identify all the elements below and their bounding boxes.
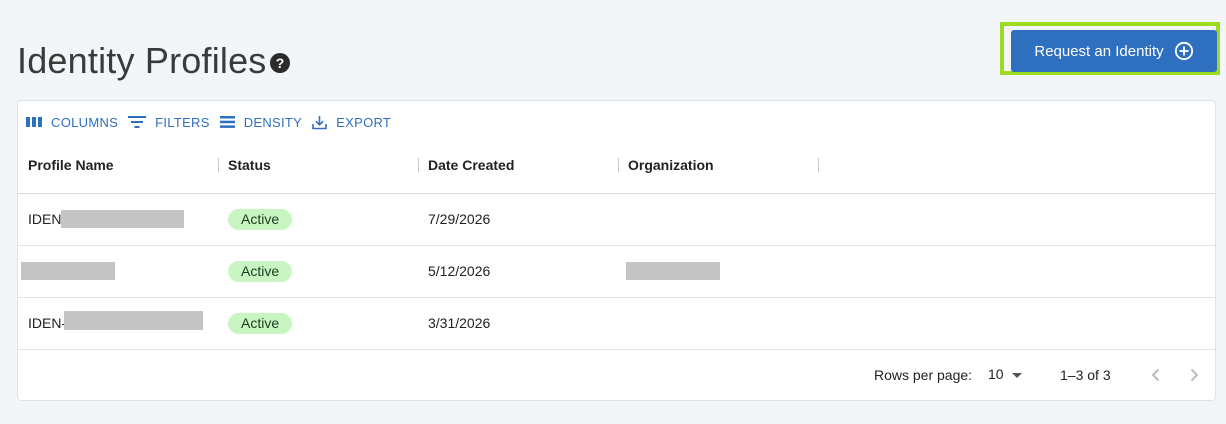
grid-toolbar: COLUMNS FILTERS DENSITY EXPORT [26, 113, 401, 131]
pagination-footer: Rows per page: 10 1–3 of 3 [18, 351, 1215, 401]
column-separator[interactable] [218, 158, 219, 172]
status-badge: Active [228, 313, 293, 334]
chevron-left-icon [1146, 368, 1166, 389]
profile-name-cell: IDEN- [28, 315, 67, 331]
filters-button[interactable]: FILTERS [128, 115, 210, 130]
columns-label: COLUMNS [51, 114, 119, 130]
filter-icon [128, 115, 155, 129]
date-created-cell: 5/12/2026 [428, 263, 491, 279]
status-badge: Active [228, 261, 293, 282]
column-header-status[interactable]: Status [228, 141, 271, 193]
columns-button[interactable]: COLUMNS [26, 115, 118, 130]
table-header: Profile Name Status Date Created Organiz… [18, 141, 1215, 194]
redacted-block [64, 311, 203, 330]
status-badge: Active [228, 209, 293, 230]
density-icon [219, 115, 244, 129]
date-created-cell: 7/29/2026 [428, 211, 491, 227]
date-created-cell: 3/31/2026 [428, 315, 491, 331]
plus-circle-icon [1174, 41, 1194, 61]
redacted-block [21, 262, 115, 280]
redacted-block [61, 210, 184, 228]
chevron-right-icon [1184, 368, 1204, 389]
redacted-block [626, 262, 720, 280]
density-button[interactable]: DENSITY [219, 114, 303, 130]
previous-page-button[interactable] [1146, 365, 1166, 385]
request-identity-label: Request an Identity [1034, 42, 1164, 60]
export-button[interactable]: EXPORT [312, 115, 391, 130]
request-identity-button[interactable]: Request an Identity [1011, 30, 1217, 72]
column-header-profile-name[interactable]: Profile Name [28, 141, 114, 193]
column-separator[interactable] [618, 158, 619, 172]
column-header-date-created[interactable]: Date Created [428, 141, 514, 193]
table-row[interactable]: IDEN- Active 3/31/2026 [18, 298, 1215, 350]
columns-icon [26, 116, 51, 128]
caret-down-icon [1011, 366, 1022, 382]
rows-per-page-select[interactable]: 10 [988, 366, 1022, 382]
table-row[interactable]: IDEN- Active 7/29/2026 [18, 194, 1215, 246]
table-row[interactable]: Active 5/12/2026 [18, 246, 1215, 298]
rows-per-page-value: 10 [988, 366, 1004, 382]
download-icon [312, 115, 336, 130]
pagination-range: 1–3 of 3 [1060, 367, 1111, 383]
column-header-organization[interactable]: Organization [628, 141, 714, 193]
column-separator[interactable] [818, 158, 819, 172]
help-icon[interactable]: ? [270, 53, 290, 73]
column-separator[interactable] [418, 158, 419, 172]
page-title: Identity Profiles [17, 40, 267, 81]
export-label: EXPORT [336, 114, 392, 130]
next-page-button[interactable] [1184, 365, 1204, 385]
filters-label: FILTERS [155, 114, 210, 130]
rows-per-page-label: Rows per page: [874, 367, 973, 383]
density-label: DENSITY [243, 114, 303, 130]
identity-profiles-grid: COLUMNS FILTERS DENSITY EXPORT Profile N… [17, 100, 1216, 401]
